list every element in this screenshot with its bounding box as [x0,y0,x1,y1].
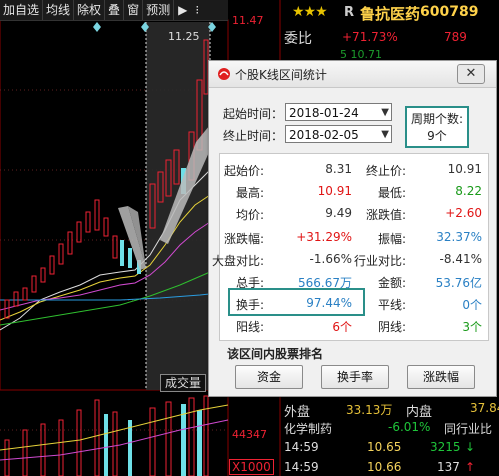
start-time-select[interactable]: 2018-01-24 ▼ [285,103,392,121]
chevron-down-icon: ▼ [381,107,389,118]
inner-volume-label: 内盘 [406,405,433,420]
overlay-button[interactable]: 叠 [105,0,125,20]
menu-icon[interactable]: ⁝ [191,0,203,20]
amount-value: 53.76亿 [435,276,482,290]
dialog-title: 个股K线区间统计 [235,68,327,82]
stock-name: 鲁抗医药 [360,5,421,23]
industry-compare-value: -8.41% [439,252,482,266]
outer-volume-value: 33.13万 [346,403,393,417]
up-count-value: 6个 [332,320,352,334]
volume-axis-label: 44347 [232,428,267,441]
index-compare-label: 大盘对比: [212,254,265,268]
down-count-value: 3个 [462,320,482,334]
end-price-value: 10.91 [447,162,482,176]
period-count-box: 周期个数: 9个 [405,106,469,148]
down-count-label: 阴线: [378,320,407,334]
end-time-label: 终止时间： [223,129,284,143]
period-count-value: 9个 [427,129,447,143]
low-label: 最低: [378,186,407,200]
start-price-label: 起始价: [224,164,265,178]
flat-count-label: 平线: [378,298,407,312]
ranking-section-title: 该区间内股票排名 [227,347,324,361]
low-value: 8.22 [455,184,482,198]
end-time-select[interactable]: 2018-02-05 ▼ [285,125,392,143]
pct-change-label: 涨跌幅: [224,232,265,246]
weibi-label: 委比 [284,31,312,47]
outer-volume-label: 外盘 [284,405,311,420]
end-time-value: 2018-02-05 [289,128,359,142]
tick-volume: 3215 [430,440,461,454]
tick-price: 10.66 [367,460,402,474]
change-value: +2.60 [445,206,482,220]
close-button[interactable]: ✕ [457,64,485,84]
rank-by-capital-button[interactable]: 资金 [235,365,303,389]
avg-price-value: 9.49 [325,206,352,220]
moving-average-button[interactable]: 均线 [43,0,75,20]
high-label: 最高: [236,186,265,200]
amount-label: 金额: [378,276,407,290]
weibi-diff: 789 [444,30,467,44]
sector-change: -6.01% [388,420,431,434]
high-price-marker: 11.25 [168,30,200,43]
inner-volume-value: 37.84 [470,401,499,415]
index-compare-value: -1.66% [309,252,352,266]
weibi-value: +71.73% [342,30,398,44]
amplitude-label: 振幅: [378,232,407,246]
tick-time: 14:59 [284,440,319,454]
interval-stats-dialog: 个股K线区间统计 ✕ 起始时间： 2018-01-24 ▼ 终止时间： 2018… [208,60,497,397]
forecast-button[interactable]: 预测 [143,0,175,20]
tick-time: 14:59 [284,460,319,474]
flat-count-value: 0个 [462,298,482,312]
sector-name[interactable]: 化学制药 [284,420,332,437]
end-price-label: 终止价: [366,164,407,178]
industry-compare-label: 行业对比: [354,254,407,268]
volume-indicator-button[interactable]: 成交量 [160,374,206,392]
start-price-value: 8.31 [325,162,352,176]
chevron-down-icon: ▼ [381,129,389,140]
rating-stars: ★★★ [292,4,328,20]
pct-change-highlight [228,288,365,316]
stock-code: 600789 [420,4,479,20]
add-favorite-button[interactable]: 加自选 [0,0,44,20]
change-label: 涨跌值: [366,208,407,222]
chart-toolbar: 加自选 均线 除权 叠 窗 预测 ▶ ⁝ [0,0,228,21]
up-arrow-icon: ↑ [465,460,476,474]
window-button[interactable]: 窗 [124,0,144,20]
start-time-label: 起始时间： [223,107,284,121]
start-time-value: 2018-01-24 [289,106,359,120]
sector-compare-label: 同行业比 [444,422,493,436]
tick-volume: 137 [437,460,460,474]
up-count-label: 阳线: [236,320,265,334]
high-value: 10.91 [317,184,352,198]
play-icon[interactable]: ▶ [174,0,191,20]
ex-rights-button[interactable]: 除权 [74,0,106,20]
pct-change-value: +31.29% [296,230,352,244]
stock-prefix: R [344,5,355,20]
amplitude-value: 32.37% [436,230,482,244]
tick-price: 10.65 [367,440,402,454]
period-count-label: 周期个数: [410,112,464,126]
rank-by-turnover-button[interactable]: 换手率 [321,365,389,389]
dialog-titlebar[interactable]: 个股K线区间统计 ✕ [209,61,496,88]
avg-price-label: 均价: [236,208,265,222]
price-axis-top: 11.47 [232,14,264,27]
rank-by-change-button[interactable]: 涨跌幅 [407,365,475,389]
volume-unit: X1000 [229,459,274,475]
down-arrow-icon: ↓ [465,440,476,454]
app-logo-icon [218,68,230,80]
